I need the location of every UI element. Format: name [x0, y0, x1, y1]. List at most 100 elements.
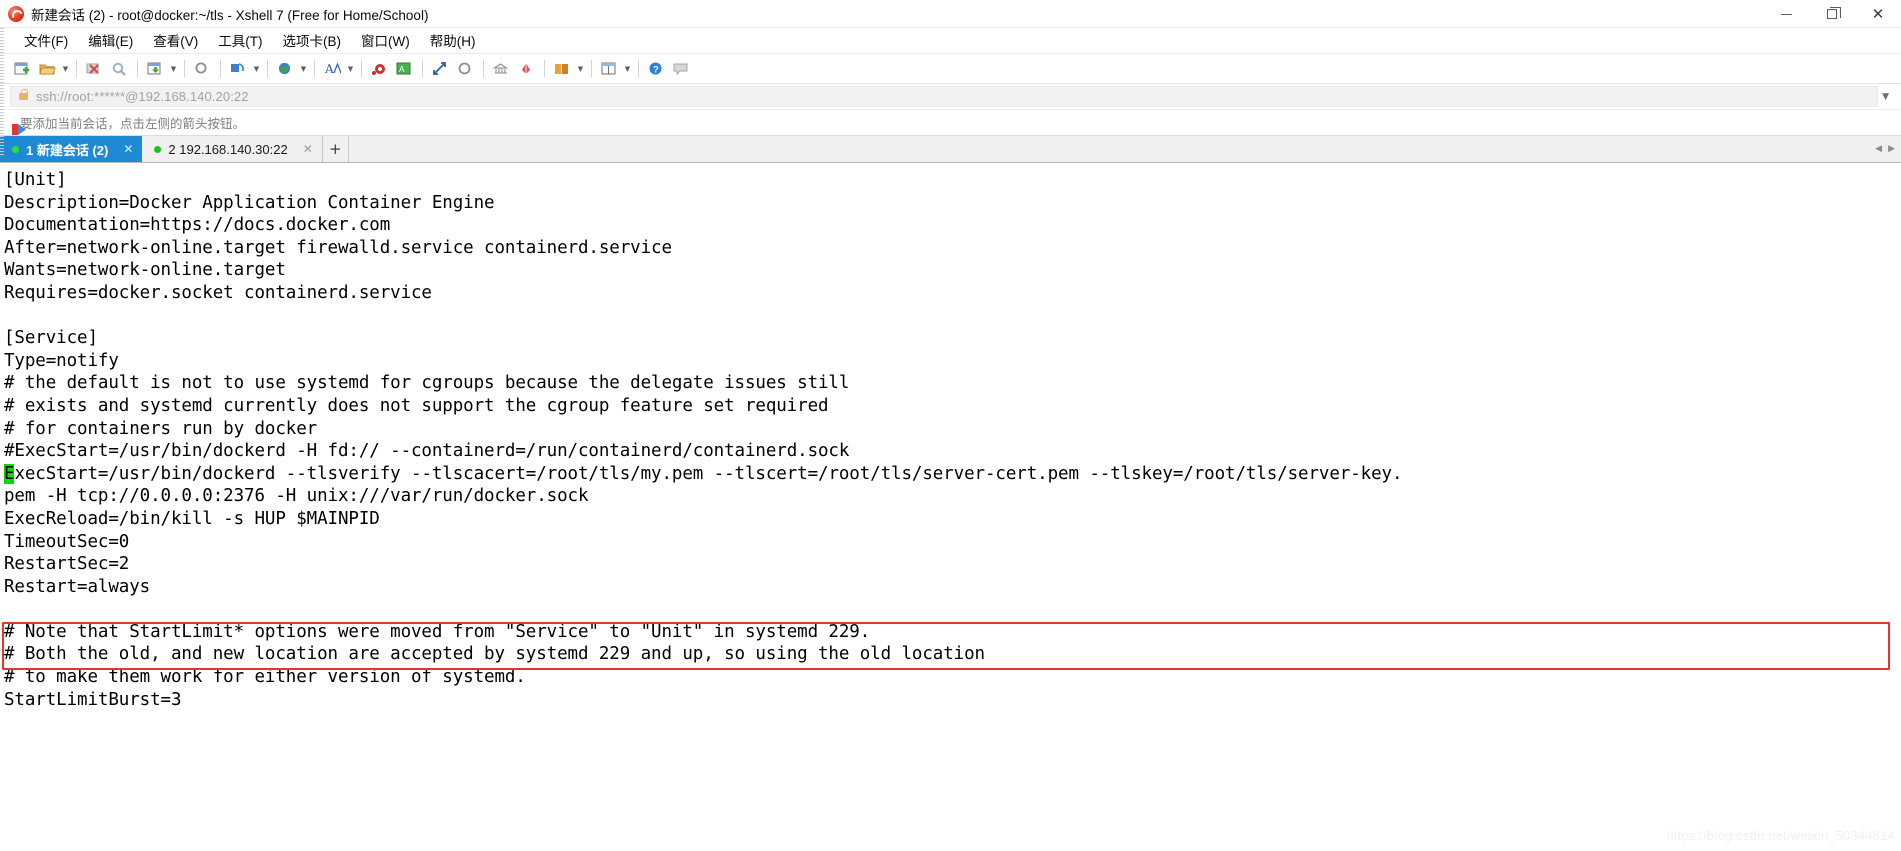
svg-text:?: ? — [653, 64, 659, 75]
terminal-line: ExecStart=/usr/bin/dockerd --tlsverify -… — [4, 463, 1403, 484]
terminal-cursor: E — [4, 463, 15, 484]
disconnect-icon[interactable] — [82, 57, 107, 81]
new-session-icon[interactable] — [10, 57, 35, 81]
font-size-caret-icon[interactable]: ▼ — [345, 57, 356, 81]
reconnect-icon[interactable] — [107, 57, 132, 81]
terminal-line: StartLimitBurst=3 — [4, 689, 182, 710]
window-title: 新建会话 (2) - root@docker:~/tls - Xshell 7 … — [31, 7, 429, 23]
minimize-button[interactable] — [1763, 0, 1809, 28]
chevron-left-icon[interactable]: ◀ — [1875, 144, 1882, 154]
toolbar-separator — [220, 60, 221, 77]
save-session-icon[interactable] — [143, 57, 168, 81]
terminal-line: Requires=docker.socket containerd.servic… — [4, 282, 432, 303]
save-session-caret-icon[interactable]: ▼ — [168, 57, 179, 81]
tab-session-1[interactable]: 1 新建会话 (2) ✕ — [0, 136, 143, 162]
open-session-caret-icon[interactable]: ▼ — [60, 57, 71, 81]
tab-bar: 1 新建会话 (2) ✕ 2 192.168.140.30:22 ✕ + ◀ ▶ — [0, 136, 1901, 163]
terminal-line: # to make them work for either version o… — [4, 667, 526, 688]
minimize-icon — [1780, 13, 1792, 15]
close-button[interactable]: ✕ — [1855, 0, 1901, 28]
maximize-button[interactable] — [1809, 0, 1855, 28]
close-icon: ✕ — [1871, 4, 1885, 23]
tab-session-2-label: 2 192.168.140.30:22 — [168, 141, 288, 157]
terminal-line: Restart=always — [4, 576, 151, 597]
open-session-icon[interactable] — [35, 57, 60, 81]
terminal-line: TimeoutSec=0 — [4, 531, 130, 552]
log-icon[interactable]: A — [392, 57, 417, 81]
toolbar-separator — [422, 60, 423, 77]
window-side-grip — [0, 28, 4, 156]
terminal-line: Type=notify — [4, 350, 119, 371]
menu-window[interactable]: 窗口(W) — [351, 28, 420, 53]
chat-icon[interactable] — [669, 57, 694, 81]
terminal-line: pem -H tcp://0.0.0.0:2376 -H unix:///var… — [4, 486, 589, 507]
font-size-icon[interactable]: A — [320, 57, 345, 81]
terminal-line: # exists and systemd currently does not … — [4, 395, 829, 416]
record-icon[interactable] — [367, 57, 392, 81]
toolbar-separator — [137, 60, 138, 77]
terminal-line: Wants=network-online.target — [4, 260, 286, 281]
address-bar: ssh://root:******@192.168.140.20:22 ▼ — [0, 84, 1901, 110]
tab-session-1-label: 1 新建会话 (2) — [26, 142, 109, 158]
terminal-lines: [Unit] Description=Docker Application Con… — [4, 169, 1901, 711]
toolbar-separator — [361, 60, 362, 77]
find-icon[interactable] — [190, 57, 215, 81]
help-icon[interactable]: ? — [644, 57, 669, 81]
properties-caret-icon[interactable]: ▼ — [575, 57, 586, 81]
notice-text: 要添加当前会话，点击左侧的箭头按钮。 — [20, 117, 246, 131]
sync-icon[interactable] — [453, 57, 478, 81]
toolbar-separator — [591, 60, 592, 77]
properties-icon[interactable] — [550, 57, 575, 81]
terminal-output[interactable]: [Unit] Description=Docker Application Con… — [0, 163, 1901, 847]
maximize-icon — [1827, 7, 1841, 19]
terminal-line: Documentation=https://docs.docker.com — [4, 215, 391, 236]
toolbar-separator — [76, 60, 77, 77]
terminal-line: ExecReload=/bin/kill -s HUP $MAINPID — [4, 508, 380, 529]
key-agent-icon[interactable] — [514, 57, 539, 81]
fullscreen-icon[interactable] — [428, 57, 453, 81]
terminal-line: [Service] — [4, 328, 98, 349]
window-controls: ✕ — [1763, 0, 1901, 28]
terminal-line: After=network-online.target firewalld.se… — [4, 237, 672, 258]
notice-bar: 要添加当前会话，点击左侧的箭头按钮。 — [0, 110, 1901, 136]
layout-caret-icon[interactable]: ▼ — [622, 57, 633, 81]
tab-session-2[interactable]: 2 192.168.140.30:22 ✕ — [142, 136, 323, 162]
tab-close-icon[interactable]: ✕ — [120, 142, 136, 156]
tab-bar-spacer — [348, 136, 1876, 162]
new-tab-button[interactable]: + — [322, 136, 349, 162]
lock-icon — [19, 89, 28, 100]
menu-view[interactable]: 查看(V) — [143, 28, 208, 53]
title-bar: 新建会话 (2) - root@docker:~/tls - Xshell 7 … — [0, 0, 1901, 28]
toolbar-separator — [184, 60, 185, 77]
menu-bar: 文件(F) 编辑(E) 查看(V) 工具(T) 选项卡(B) 窗口(W) 帮助(… — [0, 28, 1901, 54]
toolbar-separator — [544, 60, 545, 77]
tab-status-dot-icon — [12, 145, 19, 153]
terminal-line: [Unit] — [4, 170, 67, 190]
tab-close-icon[interactable]: ✕ — [300, 142, 316, 156]
terminal-line: #ExecStart=/usr/bin/dockerd -H fd:// --c… — [4, 441, 850, 462]
terminal-line: # for containers run by docker — [4, 418, 318, 439]
terminal-line: # the default is not to use systemd for … — [4, 373, 850, 394]
globe-transfer-icon[interactable] — [273, 57, 298, 81]
copy-paste-caret-icon[interactable]: ▼ — [251, 57, 262, 81]
toolbar-separator — [483, 60, 484, 77]
menu-file[interactable]: 文件(F) — [14, 28, 78, 53]
copy-paste-icon[interactable] — [226, 57, 251, 81]
toolbar-separator — [638, 60, 639, 77]
globe-caret-icon[interactable]: ▼ — [298, 57, 309, 81]
toolbar: ▼ ▼ ▼ ▼ A ▼ A ▼ ▼ ? — [0, 54, 1901, 84]
menu-tabs[interactable]: 选项卡(B) — [273, 28, 352, 53]
chevron-right-icon[interactable]: ▶ — [1888, 144, 1895, 154]
menu-tools[interactable]: 工具(T) — [208, 28, 272, 53]
address-input[interactable]: ssh://root:******@192.168.140.20:22 — [10, 86, 1879, 107]
menu-help[interactable]: 帮助(H) — [420, 28, 486, 53]
chevron-down-icon[interactable]: ▼ — [1878, 92, 1893, 102]
layout-icon[interactable] — [597, 57, 622, 81]
svg-text:A: A — [324, 62, 334, 76]
terminal-line: Description=Docker Application Container… — [4, 192, 495, 213]
menu-edit[interactable]: 编辑(E) — [78, 28, 143, 53]
address-value: ssh://root:******@192.168.140.20:22 — [36, 89, 249, 104]
tunnel-icon[interactable] — [489, 57, 514, 81]
